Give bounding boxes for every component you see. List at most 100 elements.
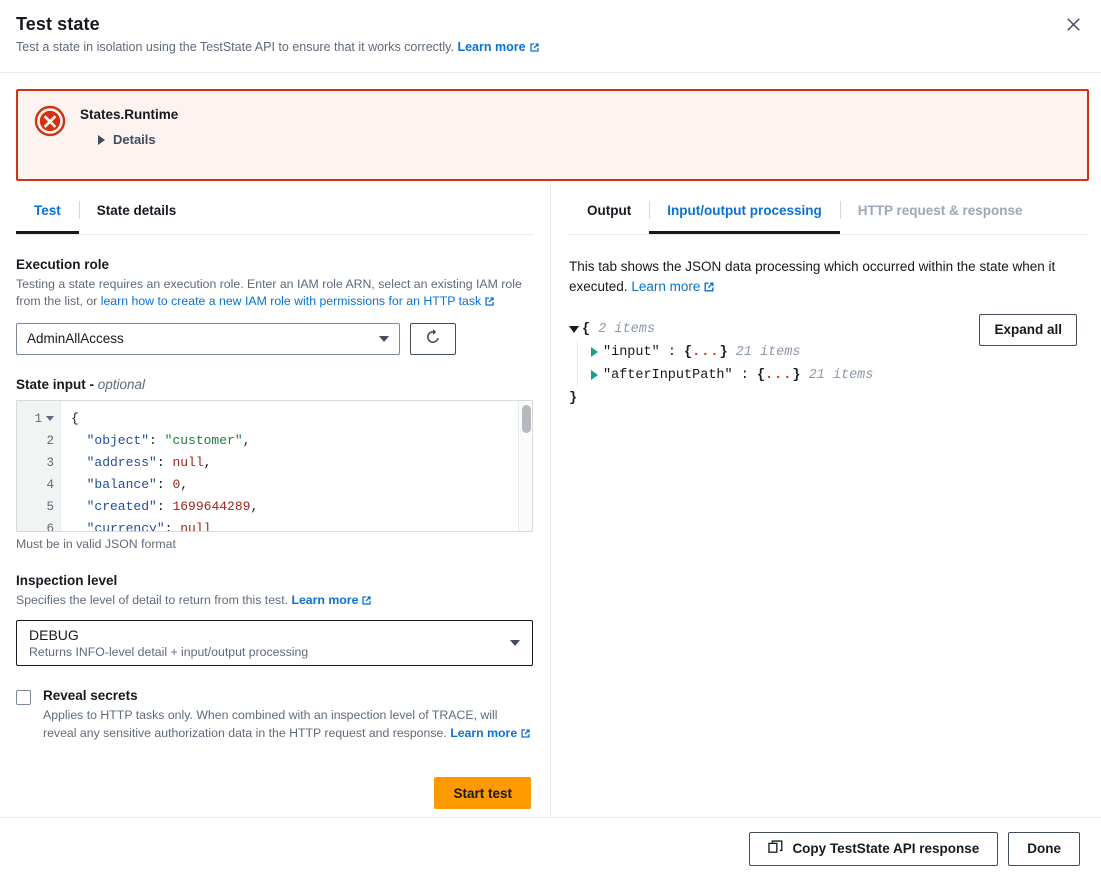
fold-arrow-icon[interactable]: [46, 416, 54, 421]
test-state-modal: Test state Test a state in isolation usi…: [0, 0, 1101, 879]
editor-scrollbar[interactable]: [518, 401, 532, 531]
triangle-right-icon[interactable]: [591, 347, 598, 357]
external-link-icon: [520, 727, 531, 745]
tab-test[interactable]: Test: [16, 189, 79, 234]
execution-role-selected-value: AdminAllAccess: [27, 331, 124, 346]
reveal-secrets-label: Reveal secrets: [43, 688, 534, 703]
editor-gutter: 123456: [17, 401, 61, 531]
reveal-secrets-learn-more-link[interactable]: Learn more: [450, 726, 517, 740]
page-title: Test state: [16, 14, 1081, 35]
state-input-helper: Must be in valid JSON format: [16, 537, 534, 551]
refresh-icon: [424, 328, 442, 349]
code-token: :: [149, 433, 165, 448]
editor-code-line: "balance": 0,: [71, 474, 532, 496]
reveal-secrets-description-text: Applies to HTTP tasks only. When combine…: [43, 708, 498, 740]
right-tablist: Output Input/output processing HTTP requ…: [569, 189, 1087, 235]
json-node-input[interactable]: "input" : { ... } 21 items: [591, 341, 1087, 364]
editor-code-line: "address": null,: [71, 452, 532, 474]
editor-line-number: 1: [17, 408, 60, 430]
inspection-level-select[interactable]: DEBUG Returns INFO-level detail + input/…: [16, 620, 533, 666]
code-token: "created": [71, 499, 157, 514]
header-description-text: Test a state in isolation using the Test…: [16, 40, 454, 54]
execution-role-select[interactable]: AdminAllAccess: [16, 323, 400, 355]
alert-container: States.Runtime Details: [0, 73, 1101, 181]
alert-details-toggle[interactable]: Details: [80, 132, 178, 147]
execution-role-description: Testing a state requires an execution ro…: [16, 276, 534, 313]
right-panel-learn-more-link[interactable]: Learn more: [631, 279, 700, 294]
json-node-ellipsis: ...: [692, 345, 719, 360]
editor-line-number: 5: [17, 496, 60, 518]
json-tree-area: Expand all { 2 items "input" :: [569, 318, 1087, 410]
json-node-open-brace: {: [757, 368, 765, 383]
inspection-level-description: Specifies the level of detail to return …: [16, 592, 534, 611]
tab-input-output-processing[interactable]: Input/output processing: [649, 189, 840, 234]
external-link-icon: [703, 279, 715, 299]
editor-code[interactable]: { "object": "customer", "address": null,…: [61, 401, 532, 531]
inspection-level-learn-more-link[interactable]: Learn more: [291, 593, 358, 607]
json-children: "input" : { ... } 21 items "afterInputPa…: [569, 341, 1087, 387]
iam-role-help-link[interactable]: learn how to create a new IAM role with …: [101, 294, 481, 308]
inspection-level-selected: DEBUG Returns INFO-level detail + input/…: [29, 627, 308, 659]
tab-state-details[interactable]: State details: [79, 189, 195, 234]
start-test-button[interactable]: Start test: [434, 777, 531, 809]
reveal-secrets-description: Applies to HTTP tasks only. When combine…: [43, 707, 534, 745]
json-node-count: 21 items: [736, 345, 801, 360]
alert-title: States.Runtime: [80, 107, 178, 122]
error-alert: States.Runtime Details: [16, 89, 1089, 181]
refresh-roles-button[interactable]: [410, 323, 456, 355]
json-root-close-row: }: [569, 387, 1087, 410]
chevron-down-icon: [510, 640, 520, 646]
code-token: 1699644289: [172, 499, 250, 514]
code-token: :: [157, 455, 173, 470]
done-button[interactable]: Done: [1008, 832, 1080, 866]
code-token: ,: [250, 499, 258, 514]
json-root-count: 2 items: [598, 322, 655, 337]
state-input-field: State input - optional 123456 { "object"…: [16, 377, 534, 551]
external-link-icon: [484, 295, 495, 312]
code-token: null: [172, 455, 203, 470]
state-input-label: State input - optional: [16, 377, 534, 392]
copy-icon: [768, 840, 783, 858]
json-node-close-brace: }: [792, 368, 800, 383]
triangle-right-icon: [98, 135, 105, 145]
header-learn-more-link[interactable]: Learn more: [457, 40, 525, 54]
external-link-icon: [529, 42, 540, 56]
alert-body: States.Runtime Details: [80, 105, 178, 163]
execution-role-field: Execution role Testing a state requires …: [16, 257, 534, 355]
reveal-secrets-field: Reveal secrets Applies to HTTP tasks onl…: [16, 688, 534, 745]
code-token: "address": [71, 455, 157, 470]
json-node-key: "input": [603, 345, 660, 360]
json-node-open-brace: {: [684, 345, 692, 360]
inspection-level-selected-value: DEBUG: [29, 627, 308, 643]
tab-http-request-response: HTTP request & response: [840, 189, 1041, 234]
editor-code-line: "created": 1699644289,: [71, 496, 532, 518]
editor-code-line: "currency": null: [71, 518, 532, 532]
modal-footer: Copy TestState API response Done: [0, 817, 1101, 879]
state-input-editor[interactable]: 123456 { "object": "customer", "address"…: [16, 400, 533, 532]
chevron-down-icon: [379, 336, 389, 342]
editor-line-number: 2: [17, 430, 60, 452]
inspection-level-label: Inspection level: [16, 573, 534, 588]
json-node-afterinputpath[interactable]: "afterInputPath" : { ... } 21 items: [591, 364, 1087, 387]
close-icon: [1066, 17, 1081, 35]
triangle-down-icon[interactable]: [569, 326, 579, 333]
code-token: :: [157, 477, 173, 492]
triangle-right-icon[interactable]: [591, 370, 598, 380]
json-node-separator: :: [660, 345, 684, 360]
json-node-count: 21 items: [809, 368, 874, 383]
modal-content: Test State details Execution role Testin…: [0, 181, 1101, 817]
tab-output[interactable]: Output: [569, 189, 649, 234]
external-link-icon: [361, 594, 372, 611]
start-test-row: Start test: [16, 777, 534, 809]
code-token: {: [71, 411, 79, 426]
json-root-brace: {: [582, 322, 590, 337]
code-token: :: [165, 521, 181, 532]
close-button[interactable]: [1057, 10, 1089, 42]
scrollbar-thumb[interactable]: [522, 405, 531, 433]
copy-api-response-label: Copy TestState API response: [792, 841, 979, 856]
reveal-secrets-checkbox[interactable]: [16, 690, 31, 705]
editor-code-line: "object": "customer",: [71, 430, 532, 452]
copy-api-response-button[interactable]: Copy TestState API response: [749, 832, 998, 866]
reveal-secrets-text: Reveal secrets Applies to HTTP tasks onl…: [43, 688, 534, 745]
modal-header: Test state Test a state in isolation usi…: [0, 0, 1101, 73]
